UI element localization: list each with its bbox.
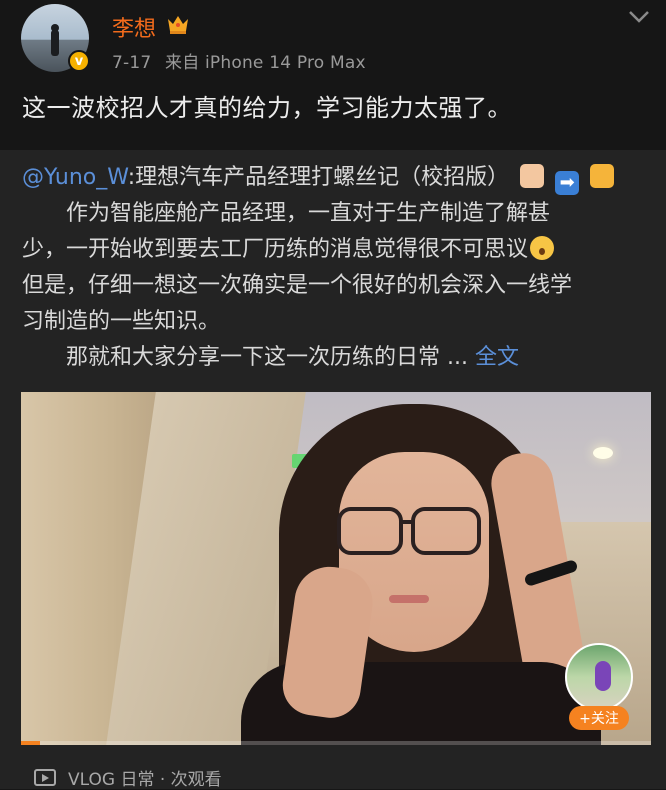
post-text: 这一波校招人才真的给力，学习能力太强了。 — [22, 94, 512, 122]
surprised-emoji-icon — [530, 236, 555, 260]
post-source: 来自 iPhone 14 Pro Max — [165, 53, 366, 73]
repost-title: :理想汽车产品经理打螺丝记（校招版） — [127, 165, 510, 190]
repost-line-4: 但是，仔细一想这一次确实是一个很好的机会深入一线学 — [22, 273, 573, 298]
username[interactable]: 李想 — [112, 11, 156, 43]
repost-line-6: 那就和大家分享一下这一次历练的日常 ... — [22, 345, 475, 370]
verified-icon: v — [68, 50, 90, 72]
ceiling-lamp — [593, 447, 613, 459]
video-subject-mouth — [389, 595, 429, 603]
video-meta: VLOG 日常 · 次观看 — [34, 765, 222, 790]
video-meta-text: VLOG 日常 · 次观看 — [68, 770, 222, 790]
glasses-bridge — [401, 520, 413, 524]
crown-icon — [168, 16, 188, 34]
construction-worker-emoji-icon — [590, 164, 615, 188]
repost-line-3: 少，一开始收到要去工厂历练的消息觉得很不可思议 — [22, 237, 529, 262]
author-avatar-figure — [595, 661, 611, 691]
video-icon — [34, 769, 56, 786]
video-progress-fill — [21, 741, 40, 745]
avatar-figure — [51, 30, 59, 56]
repost-line-2: 作为智能座舱产品经理，一直对于生产制造了解甚 — [22, 201, 551, 226]
glasses-right — [411, 507, 481, 555]
video-progress-bar[interactable] — [21, 741, 651, 745]
video-player[interactable] — [21, 392, 651, 745]
chevron-down-icon[interactable] — [628, 10, 650, 24]
post-meta: 7-17 来自 iPhone 14 Pro Max — [112, 48, 374, 73]
expand-full-text-link[interactable]: 全文 — [475, 345, 519, 370]
post-date: 7-17 — [112, 53, 152, 73]
arrow-right-emoji-icon: ➡ — [555, 171, 580, 195]
reposted-content[interactable]: @Yuno_W:理想汽车产品经理打螺丝记（校招版） ➡ 作为智能座舱产品经理，一… — [0, 150, 666, 790]
technologist-emoji-icon — [520, 164, 545, 188]
mention-link[interactable]: @Yuno_W — [22, 165, 128, 190]
main-post: v 李想 7-17 来自 iPhone 14 Pro Max 这一波校招人才真的… — [0, 0, 666, 150]
repost-line-5: 习制造的一些知识。 — [22, 309, 221, 334]
follow-button[interactable]: +关注 — [569, 706, 629, 730]
video-author-avatar[interactable] — [565, 643, 633, 711]
glasses-left — [337, 507, 403, 555]
repost-text: @Yuno_W:理想汽车产品经理打螺丝记（校招版） ➡ 作为智能座舱产品经理，一… — [22, 160, 652, 376]
